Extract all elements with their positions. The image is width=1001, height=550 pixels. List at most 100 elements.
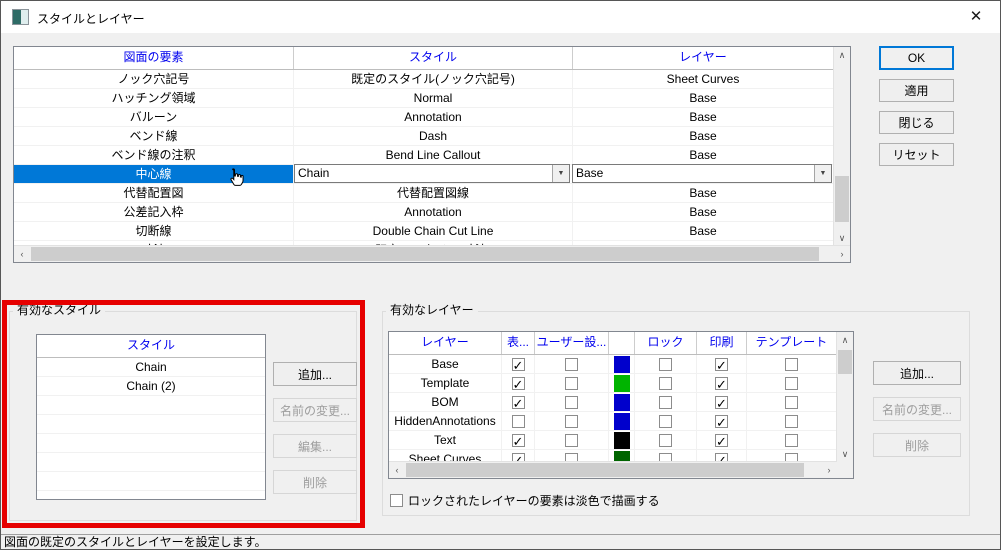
table-row[interactable]: ベンド線の注釈 Bend Line Callout Base <box>14 146 834 165</box>
scroll-up-icon[interactable]: ∧ <box>837 332 853 348</box>
reset-button[interactable]: リセット <box>879 143 954 166</box>
chevron-down-icon[interactable]: ▼ <box>814 165 831 182</box>
user-defined-checkbox[interactable] <box>565 396 578 409</box>
table-row[interactable]: 代替配置図 代替配置図線 Base <box>14 184 834 203</box>
close-button[interactable]: 閉じる <box>879 111 954 134</box>
template-checkbox[interactable] <box>785 396 798 409</box>
user-defined-checkbox[interactable] <box>565 434 578 447</box>
table-row[interactable]: ハッチング領域 Normal Base <box>14 89 834 108</box>
column-header-visible[interactable]: 表... <box>502 332 535 354</box>
layer-cell: Base <box>573 89 834 108</box>
print-checkbox[interactable] <box>715 434 728 447</box>
column-header-style[interactable]: スタイル <box>37 335 265 357</box>
layer-color-swatch[interactable] <box>614 413 630 430</box>
layer-name: Template <box>389 374 502 393</box>
scrollbar-thumb[interactable] <box>835 176 849 222</box>
styles-rename-button[interactable]: 名前の変更... <box>273 398 357 422</box>
column-header-lock[interactable]: ロック <box>635 332 697 354</box>
lock-checkbox[interactable] <box>659 434 672 447</box>
table-row[interactable]: 公差記入枠 Annotation Base <box>14 203 834 222</box>
template-checkbox[interactable] <box>785 377 798 390</box>
styles-delete-button[interactable]: 削除 <box>273 470 357 494</box>
scroll-up-icon[interactable]: ∧ <box>834 47 850 63</box>
column-header-user[interactable]: ユーザー設... <box>535 332 609 354</box>
vertical-scrollbar[interactable]: ∧ ∨ <box>833 47 850 246</box>
ok-button[interactable]: OK <box>879 46 954 70</box>
layer-color-swatch[interactable] <box>614 432 630 449</box>
layer-row[interactable]: HiddenAnnotations <box>389 412 837 431</box>
visible-checkbox[interactable] <box>512 358 525 371</box>
layers-delete-button[interactable]: 削除 <box>873 433 961 457</box>
layer-row[interactable]: Template <box>389 374 837 393</box>
styles-edit-button[interactable]: 編集... <box>273 434 357 458</box>
element-cell-selected[interactable]: 中心線 <box>14 165 294 184</box>
style-list-item[interactable]: Chain <box>37 358 265 377</box>
horizontal-scrollbar[interactable]: ‹ › <box>14 245 850 262</box>
style-combobox[interactable]: Chain ▼ <box>294 164 570 183</box>
scroll-down-icon[interactable]: ∨ <box>837 446 853 462</box>
element-cell: ベンド線の注釈 <box>14 146 294 165</box>
column-header-layer[interactable]: レイヤー <box>573 47 834 69</box>
scroll-right-icon[interactable]: › <box>834 246 850 262</box>
visible-checkbox[interactable] <box>512 377 525 390</box>
print-checkbox[interactable] <box>715 377 728 390</box>
column-header-template[interactable]: テンプレート <box>747 332 837 354</box>
scroll-down-icon[interactable]: ∨ <box>834 230 850 246</box>
horizontal-scrollbar[interactable]: ‹ › <box>389 461 837 478</box>
style-list-item[interactable]: Chain (2) <box>37 377 265 396</box>
layer-row[interactable]: Base <box>389 355 837 374</box>
layers-add-button[interactable]: 追加... <box>873 361 961 385</box>
layer-row[interactable]: BOM <box>389 393 837 412</box>
user-defined-checkbox[interactable] <box>565 358 578 371</box>
user-defined-checkbox[interactable] <box>565 415 578 428</box>
layer-row[interactable]: Text <box>389 431 837 450</box>
template-checkbox[interactable] <box>785 434 798 447</box>
empty-row <box>37 396 265 415</box>
table-row[interactable]: バルーン Annotation Base <box>14 108 834 127</box>
column-header-style[interactable]: スタイル <box>294 47 573 69</box>
scrollbar-thumb[interactable] <box>31 247 819 261</box>
lock-checkbox[interactable] <box>659 358 672 371</box>
scrollbar-thumb[interactable] <box>406 463 804 477</box>
template-checkbox[interactable] <box>785 415 798 428</box>
lock-checkbox[interactable] <box>659 377 672 390</box>
locked-layers-dim-checkbox[interactable] <box>390 494 403 507</box>
scroll-left-icon[interactable]: ‹ <box>14 246 30 262</box>
layer-color-swatch[interactable] <box>614 394 630 411</box>
apply-button[interactable]: 適用 <box>879 79 954 102</box>
template-checkbox[interactable] <box>785 358 798 371</box>
column-header-element[interactable]: 図面の要素 <box>14 47 294 69</box>
locked-layers-dim-option[interactable]: ロックされたレイヤーの要素は淡色で描画する <box>390 492 660 509</box>
lock-checkbox[interactable] <box>659 415 672 428</box>
column-header-print[interactable]: 印刷 <box>697 332 747 354</box>
column-header-layer[interactable]: レイヤー <box>389 332 502 354</box>
scroll-right-icon[interactable]: › <box>821 462 837 478</box>
vertical-scrollbar[interactable]: ∧ ∨ <box>836 332 853 478</box>
scrollbar-thumb[interactable] <box>838 350 852 374</box>
lock-checkbox[interactable] <box>659 396 672 409</box>
layer-combobox[interactable]: Base ▼ <box>572 164 832 183</box>
layers-rename-button[interactable]: 名前の変更... <box>873 397 961 421</box>
layer-color-swatch[interactable] <box>614 356 630 373</box>
print-checkbox[interactable] <box>715 358 728 371</box>
table-row[interactable]: ベンド線 Dash Base <box>14 127 834 146</box>
visible-checkbox[interactable] <box>512 415 525 428</box>
style-name: Chain (2) <box>37 377 265 396</box>
visible-checkbox[interactable] <box>512 434 525 447</box>
print-checkbox[interactable] <box>715 415 728 428</box>
table-row[interactable]: 切断線 Double Chain Cut Line Base <box>14 222 834 241</box>
table-row[interactable]: ノック穴記号 既定のスタイル(ノック穴記号) Sheet Curves <box>14 70 834 89</box>
layer-color-swatch[interactable] <box>614 375 630 392</box>
styles-add-button[interactable]: 追加... <box>273 362 357 386</box>
scroll-left-icon[interactable]: ‹ <box>389 462 405 478</box>
layer-name: HiddenAnnotations <box>389 412 502 431</box>
chevron-down-icon[interactable]: ▼ <box>552 165 569 182</box>
table-viewport: 図面の要素 スタイル レイヤー ノック穴記号 既定のスタイル(ノック穴記号) S… <box>14 47 834 246</box>
print-checkbox[interactable] <box>715 396 728 409</box>
close-icon[interactable]: ✕ <box>965 7 987 25</box>
visible-checkbox[interactable] <box>512 396 525 409</box>
active-styles-table: スタイル Chain Chain (2) <box>36 334 266 500</box>
user-defined-checkbox[interactable] <box>565 377 578 390</box>
active-layers-group-title: 有効なレイヤー <box>386 301 478 318</box>
column-header-color[interactable] <box>609 332 635 354</box>
